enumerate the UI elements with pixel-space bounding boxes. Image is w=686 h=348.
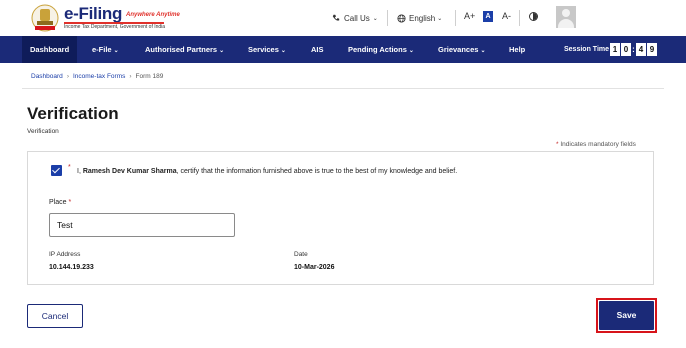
efiling-logo[interactable]: e-Filing Anywhere Anytime Income Tax Dep… <box>30 3 180 33</box>
required-star: * <box>68 164 71 171</box>
declaration-prefix: I, <box>77 168 81 175</box>
breadcrumb: Dashboard › Income-tax Forms › Form 189 <box>31 73 163 80</box>
session-digit: 9 <box>647 43 657 56</box>
required-star: * <box>556 141 559 148</box>
mandatory-note-text: Indicates mandatory fields <box>560 141 636 148</box>
nav-efile[interactable]: e-File ⌄ <box>92 36 119 63</box>
ip-address-label: IP Address <box>49 251 81 258</box>
nav-label: Grievances <box>438 45 479 54</box>
chevron-right-icon: › <box>129 73 132 80</box>
chevron-down-icon: ⌄ <box>480 48 486 54</box>
font-increase-button[interactable]: A+ <box>464 11 475 21</box>
nav-label: Authorised Partners <box>145 45 218 54</box>
header-divider <box>455 10 456 26</box>
contrast-toggle-icon[interactable] <box>529 12 538 21</box>
national-emblem-icon <box>31 4 59 32</box>
chevron-down-icon: ⌄ <box>372 15 378 22</box>
date-label: Date <box>294 251 308 258</box>
nav-label: AIS <box>311 45 324 54</box>
nav-dashboard[interactable]: Dashboard <box>22 36 78 63</box>
divider <box>22 88 664 89</box>
page-subtitle: Verification <box>27 128 59 135</box>
nav-label: Services <box>248 45 279 54</box>
breadcrumb-income-tax-forms[interactable]: Income-tax Forms <box>73 73 125 80</box>
session-digit: 1 <box>610 43 620 56</box>
user-avatar[interactable] <box>556 6 576 28</box>
top-header: e-Filing Anywhere Anytime Income Tax Dep… <box>0 0 686 36</box>
brand-tagline: Anywhere Anytime <box>126 12 180 18</box>
call-us-label: Call Us <box>344 13 370 23</box>
chevron-down-icon: ⌄ <box>113 48 119 54</box>
required-star: * <box>68 199 72 206</box>
nav-label: e-File <box>92 45 112 54</box>
chevron-down-icon: ⌄ <box>408 48 414 54</box>
header-divider <box>387 10 388 26</box>
nav-pending-actions[interactable]: Pending Actions ⌄ <box>348 36 414 63</box>
header-divider <box>519 10 520 26</box>
chevron-right-icon: › <box>66 73 69 80</box>
call-us-menu[interactable]: Call Us ⌄ <box>332 8 378 28</box>
nav-help[interactable]: Help <box>509 36 525 63</box>
nav-label: Pending Actions <box>348 45 407 54</box>
nav-services[interactable]: Services ⌄ <box>248 36 286 63</box>
chevron-down-icon: ⌄ <box>437 15 443 22</box>
place-input[interactable]: Test <box>49 213 235 237</box>
font-decrease-button[interactable]: A- <box>502 11 511 21</box>
mandatory-note: * Indicates mandatory fields <box>556 141 636 148</box>
declaration-suffix: , certify that the information furnished… <box>176 168 458 175</box>
language-selector[interactable]: English ⌄ <box>397 8 442 28</box>
nav-ais[interactable]: AIS <box>311 36 324 63</box>
nav-label: Dashboard <box>30 45 70 54</box>
nav-grievances[interactable]: Grievances ⌄ <box>438 36 485 63</box>
session-digit: 4 <box>636 43 646 56</box>
declaration-text: I, Ramesh Dev Kumar Sharma, certify that… <box>77 165 472 178</box>
brand-subtitle: Income Tax Department, Government of Ind… <box>64 24 166 30</box>
place-label-text: Place <box>49 199 67 206</box>
chevron-down-icon: ⌄ <box>219 48 225 54</box>
nav-authorised-partners[interactable]: Authorised Partners ⌄ <box>145 36 224 63</box>
verification-card: * I, Ramesh Dev Kumar Sharma, certify th… <box>27 151 654 285</box>
place-label: Place * <box>49 199 71 206</box>
brand-name: e-Filing <box>64 4 123 23</box>
globe-icon <box>397 13 406 23</box>
nav-label: Help <box>509 45 526 54</box>
font-normal-button[interactable]: A <box>483 11 493 22</box>
chevron-down-icon: ⌄ <box>280 48 286 54</box>
main-nav: Dashboard e-File ⌄ Authorised Partners ⌄ S… <box>0 36 686 63</box>
breadcrumb-current: Form 189 <box>135 73 164 80</box>
phone-icon <box>332 14 340 21</box>
declarant-name: Ramesh Dev Kumar Sharma <box>82 168 177 175</box>
breadcrumb-dashboard[interactable]: Dashboard <box>31 73 63 80</box>
session-time-label: Session Time <box>564 46 610 53</box>
session-separator: : <box>632 45 635 54</box>
session-timer: 1 0 : 4 9 <box>610 43 657 56</box>
language-label: English <box>409 13 436 23</box>
page-title: Verification <box>27 104 119 123</box>
date-value: 10-Mar-2026 <box>294 264 335 271</box>
ip-address-value: 10.144.19.233 <box>49 264 94 271</box>
session-digit: 0 <box>621 43 631 56</box>
cancel-button[interactable]: Cancel <box>27 304 83 328</box>
save-button[interactable]: Save <box>599 301 654 330</box>
declaration-checkbox[interactable] <box>51 165 62 176</box>
